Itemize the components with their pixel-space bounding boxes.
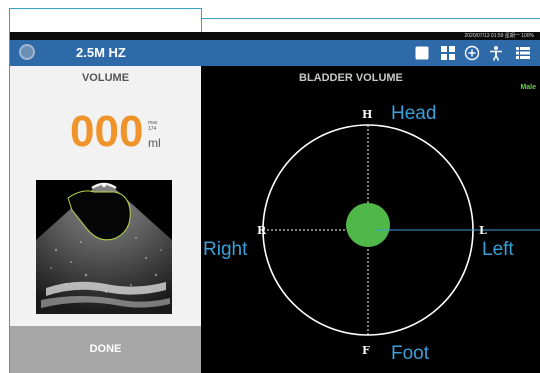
volume-title: VOLUME [81,72,130,84]
list-icon[interactable] [515,45,531,61]
done-button[interactable]: DONE [10,326,201,373]
person-icon[interactable] [488,45,504,61]
app-bar: 2.5M HZ [10,40,540,66]
direction-label-foot: Foot [391,343,430,364]
status-bar-text: 2020/07/13 01:59 星期一 100% [464,33,535,39]
guide-line-top-right [201,18,540,19]
volume-unit: ml [148,136,161,150]
guide-line-top-left [9,8,201,9]
square-icon[interactable] [414,45,430,61]
axis-letter-foot: F [362,344,370,357]
bladder-position-dot [346,203,390,247]
axis-letter-left: L [479,224,487,237]
volume-max-value: 174 [148,126,157,132]
logo-icon[interactable] [19,44,35,60]
frequency-label[interactable]: 2.5M HZ [76,40,126,66]
volume-max: max 174 [148,120,157,132]
grid-icon[interactable] [440,45,456,61]
add-circle-icon[interactable] [464,45,480,61]
status-bar: 2020/07/13 01:59 星期一 100% [10,32,540,40]
ultrasound-image[interactable] [36,180,172,314]
direction-label-right: Right [203,239,248,260]
axis-letter-right: R [257,224,267,237]
bladder-volume-panel: BLADDER VOLUME Male H R L F Head Left Fo… [201,66,540,373]
direction-label-head: Head [391,103,437,124]
volume-value: 000 [70,107,144,156]
volume-panel: VOLUME 000 max 174 ml DONE [10,66,201,373]
axis-letter-head: H [362,108,373,121]
direction-label-left: Left [482,239,514,260]
